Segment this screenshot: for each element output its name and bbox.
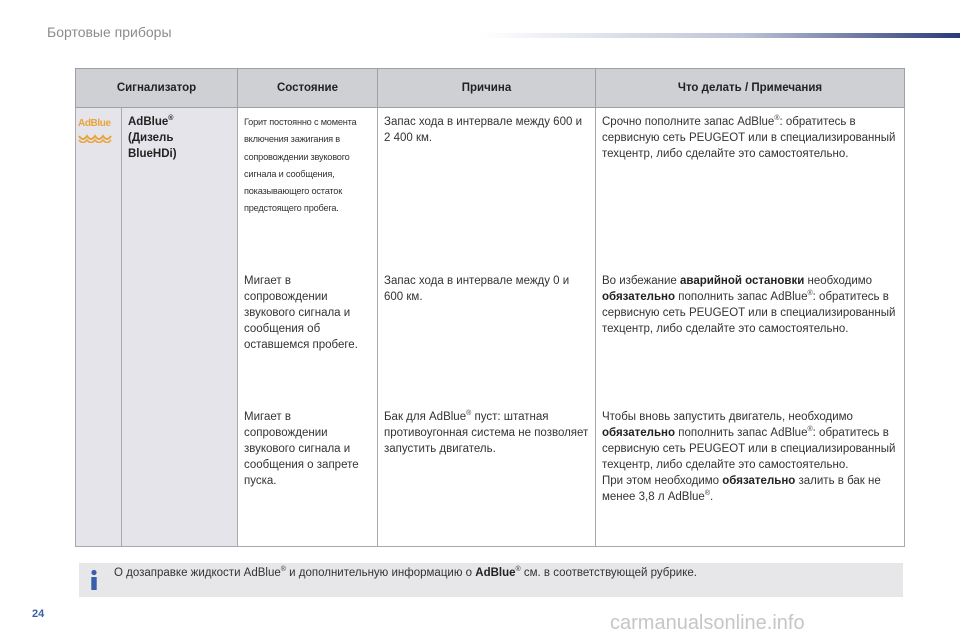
adblue-warning-icon: AdBlue [78,116,118,148]
indicator-name: AdBlue® (Дизель BlueHDi) [121,107,238,547]
info-note: О дозаправке жидкости AdBlue® и дополнит… [79,563,903,597]
cause-cell: Запас хода в интервале между 600 и 2 400… [377,107,596,267]
table-header-row: Сигнализатор Состояние Причина Что делат… [75,68,905,108]
cause-cell: Бак для AdBlue® пуст: штатная противоуго… [377,402,596,547]
header-gradient-bar [480,33,960,38]
info-note-text: О дозаправке жидкости AdBlue® и дополнит… [114,566,697,579]
cause-cell: Запас хода в интервале между 0 и 600 км. [377,266,596,403]
table-row: AdBlue AdBlue® (Дизель BlueHDi) Горит по… [75,107,905,547]
column-header-cause: Причина [377,68,596,108]
column-header-action: Что делать / Примечания [595,68,905,108]
warning-lights-table: Сигнализатор Состояние Причина Что делат… [75,68,905,547]
watermark: carmanualsonline.info [610,612,805,634]
state-cell: Мигает в сопровождении звукового сигнала… [237,266,378,403]
state-cell: Горит постоянно с момента включения зажи… [237,107,378,267]
column-header-state: Состояние [237,68,378,108]
indicator-icon-cell: AdBlue [75,107,122,547]
info-icon [91,569,97,590]
action-cell: Во избежание аварийной остановки необход… [595,266,905,403]
column-header-indicator: Сигнализатор [75,68,238,108]
section-title: Бортовые приборы [47,24,172,40]
state-cell: Мигает в сопровождении звукового сигнала… [237,402,378,547]
action-cell: Чтобы вновь запустить двигатель, необход… [595,402,905,547]
page-number: 24 [32,608,45,620]
action-cell: Срочно пополните запас AdBlue®: обратите… [595,107,905,267]
